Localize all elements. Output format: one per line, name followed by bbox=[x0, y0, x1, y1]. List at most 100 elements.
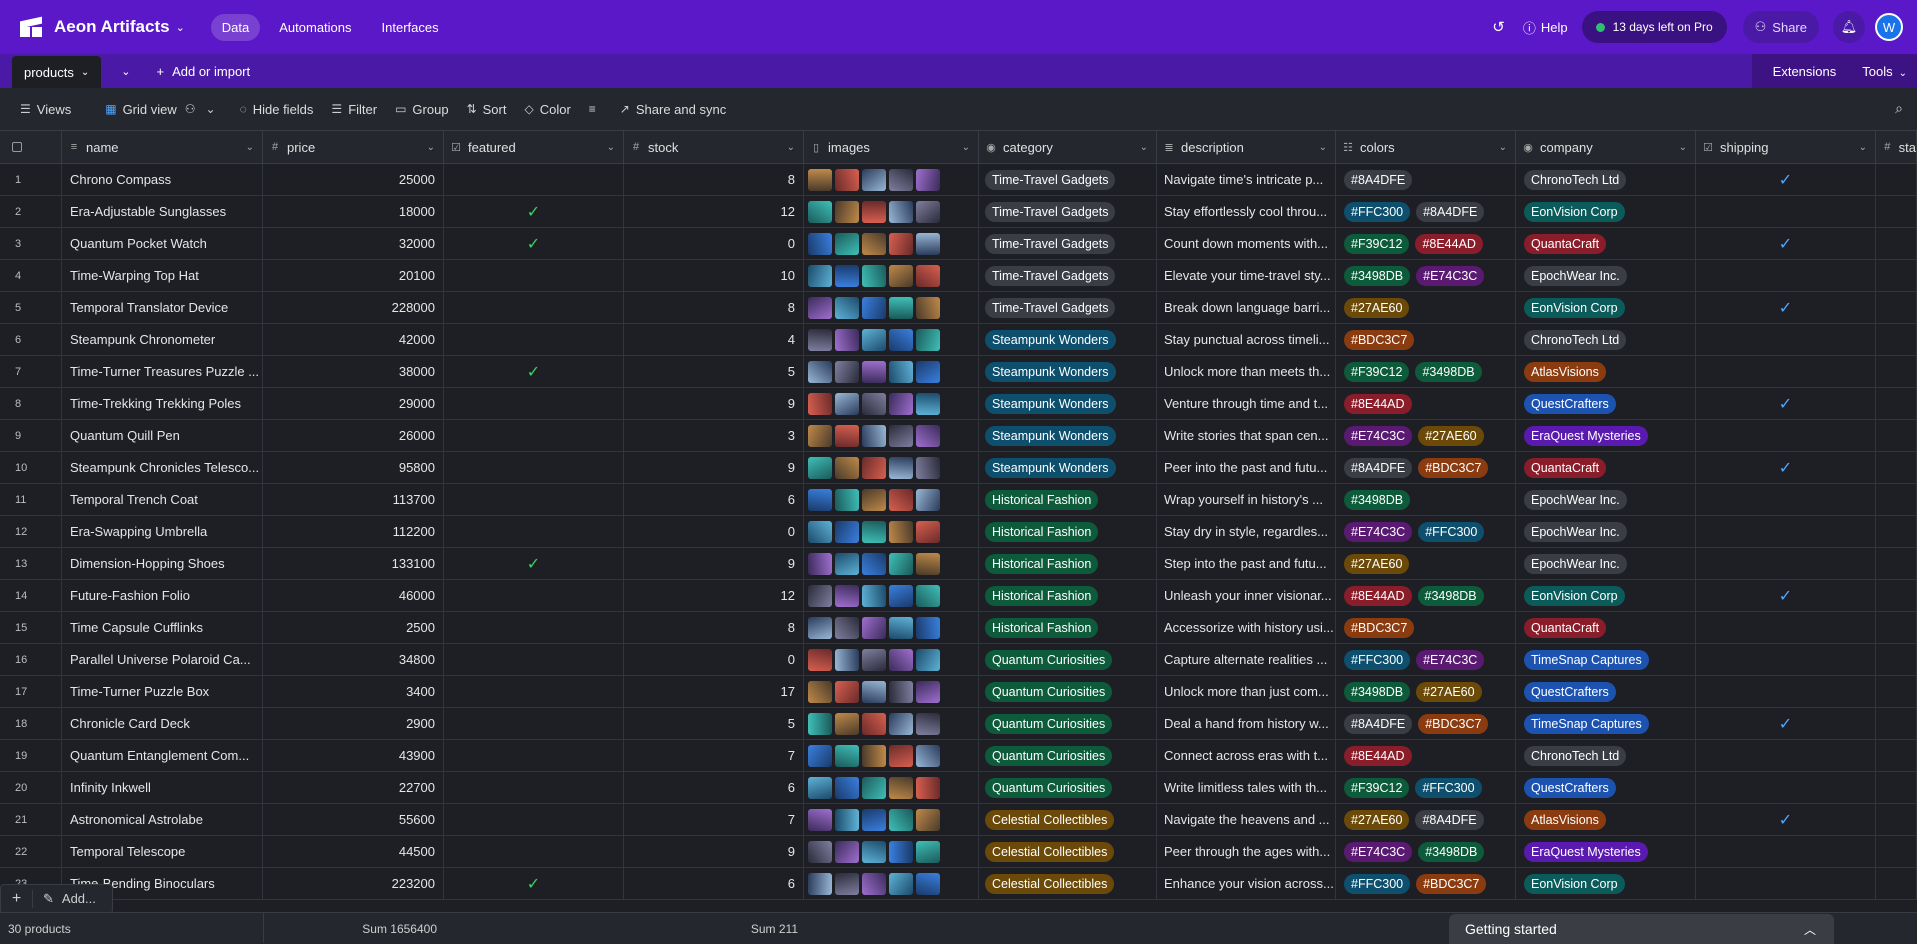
stock-cell[interactable]: 12 bbox=[624, 580, 804, 611]
name-cell[interactable]: Era-Swapping Umbrella bbox=[62, 516, 263, 547]
image-thumbnail[interactable] bbox=[835, 296, 859, 319]
image-thumbnail[interactable] bbox=[889, 360, 913, 383]
image-thumbnail[interactable] bbox=[889, 840, 913, 863]
colors-cell[interactable]: #27AE60 bbox=[1336, 548, 1516, 579]
stock-cell[interactable]: 6 bbox=[624, 484, 804, 515]
name-cell[interactable]: Infinity Inkwell bbox=[62, 772, 263, 803]
stock-cell[interactable]: 7 bbox=[624, 740, 804, 771]
image-thumbnail[interactable] bbox=[808, 680, 832, 703]
stock-cell[interactable]: 17 bbox=[624, 676, 804, 707]
featured-cell[interactable] bbox=[444, 260, 624, 291]
price-cell[interactable]: 3400 bbox=[263, 676, 444, 707]
category-cell[interactable]: Steampunk Wonders bbox=[979, 324, 1157, 355]
history-icon[interactable]: ↺ bbox=[1492, 18, 1505, 36]
image-thumbnail[interactable] bbox=[916, 552, 940, 575]
company-cell[interactable]: QuantaCraft bbox=[1516, 612, 1696, 643]
colors-cell[interactable]: #8A4DFE #BDC3C7 bbox=[1336, 708, 1516, 739]
company-cell[interactable]: AtlasVisions bbox=[1516, 356, 1696, 387]
price-cell[interactable]: 43900 bbox=[263, 740, 444, 771]
images-cell[interactable] bbox=[804, 324, 979, 355]
company-cell[interactable]: EpochWear Inc. bbox=[1516, 516, 1696, 547]
stock-cell[interactable]: 9 bbox=[624, 452, 804, 483]
share-button[interactable]: ⚇ Share bbox=[1742, 11, 1819, 43]
image-thumbnail[interactable] bbox=[916, 584, 940, 607]
price-cell[interactable]: 228000 bbox=[263, 292, 444, 323]
image-thumbnail[interactable] bbox=[835, 264, 859, 287]
category-cell[interactable]: Quantum Curiosities bbox=[979, 740, 1157, 771]
company-cell[interactable]: QuestCrafters bbox=[1516, 388, 1696, 419]
featured-cell[interactable] bbox=[444, 772, 624, 803]
images-cell[interactable] bbox=[804, 196, 979, 227]
images-cell[interactable] bbox=[804, 452, 979, 483]
sta-cell[interactable] bbox=[1876, 708, 1917, 739]
featured-cell[interactable] bbox=[444, 516, 624, 547]
colors-cell[interactable]: #FFC300 #8A4DFE bbox=[1336, 196, 1516, 227]
table-row[interactable]: 19 Quantum Entanglement Com... 43900 7 Quant… bbox=[0, 740, 1917, 772]
colors-cell[interactable]: #8E44AD bbox=[1336, 740, 1516, 771]
images-cell[interactable] bbox=[804, 580, 979, 611]
name-cell[interactable]: Temporal Telescope bbox=[62, 836, 263, 867]
name-cell[interactable]: Steampunk Chronometer bbox=[62, 324, 263, 355]
image-thumbnail[interactable] bbox=[835, 520, 859, 543]
image-thumbnail[interactable] bbox=[862, 488, 886, 511]
featured-cell[interactable] bbox=[444, 612, 624, 643]
description-cell[interactable]: Enhance your vision across... bbox=[1157, 868, 1336, 899]
images-cell[interactable] bbox=[804, 772, 979, 803]
shipping-cell[interactable] bbox=[1696, 836, 1876, 867]
description-cell[interactable]: Peer through the ages with... bbox=[1157, 836, 1336, 867]
image-thumbnail[interactable] bbox=[889, 392, 913, 415]
sta-cell[interactable] bbox=[1876, 772, 1917, 803]
image-thumbnail[interactable] bbox=[835, 392, 859, 415]
featured-cell[interactable] bbox=[444, 644, 624, 675]
company-cell[interactable]: AtlasVisions bbox=[1516, 804, 1696, 835]
table-row[interactable]: 22 Temporal Telescope 44500 9 Celestial Coll… bbox=[0, 836, 1917, 868]
image-thumbnail[interactable] bbox=[889, 456, 913, 479]
table-row[interactable]: 17 Time-Turner Puzzle Box 3400 17 Quantum Cu… bbox=[0, 676, 1917, 708]
price-cell[interactable]: 34800 bbox=[263, 644, 444, 675]
image-thumbnail[interactable] bbox=[889, 488, 913, 511]
sta-cell[interactable] bbox=[1876, 612, 1917, 643]
share-sync-button[interactable]: ↗ Share and sync bbox=[620, 102, 726, 117]
shipping-cell[interactable] bbox=[1696, 772, 1876, 803]
shipping-cell[interactable] bbox=[1696, 612, 1876, 643]
shipping-cell[interactable]: ✓ bbox=[1696, 708, 1876, 739]
name-cell[interactable]: Quantum Pocket Watch bbox=[62, 228, 263, 259]
image-thumbnail[interactable] bbox=[916, 520, 940, 543]
shipping-cell[interactable] bbox=[1696, 484, 1876, 515]
tab-products[interactable]: products ⌄ bbox=[12, 56, 102, 88]
all-tables-chevron-icon[interactable]: ⌄ bbox=[121, 65, 130, 78]
company-cell[interactable]: TimeSnap Captures bbox=[1516, 708, 1696, 739]
image-thumbnail[interactable] bbox=[835, 488, 859, 511]
price-cell[interactable]: 20100 bbox=[263, 260, 444, 291]
row-height-button[interactable]: ≡ bbox=[589, 102, 602, 116]
image-thumbnail[interactable] bbox=[808, 360, 832, 383]
shipping-cell[interactable]: ✓ bbox=[1696, 388, 1876, 419]
table-row[interactable]: 18 Chronicle Card Deck 2900 5 Quantum Curios… bbox=[0, 708, 1917, 740]
shipping-cell[interactable] bbox=[1696, 548, 1876, 579]
image-thumbnail[interactable] bbox=[916, 488, 940, 511]
stock-cell[interactable]: 4 bbox=[624, 324, 804, 355]
company-cell[interactable]: ChronoTech Ltd bbox=[1516, 164, 1696, 195]
colors-cell[interactable]: #F39C12 #3498DB bbox=[1336, 356, 1516, 387]
name-cell[interactable]: Time-Turner Puzzle Box bbox=[62, 676, 263, 707]
name-cell[interactable]: Steampunk Chronicles Telesco... bbox=[62, 452, 263, 483]
colors-cell[interactable]: #8A4DFE #BDC3C7 bbox=[1336, 452, 1516, 483]
price-cell[interactable]: 2900 bbox=[263, 708, 444, 739]
featured-cell[interactable] bbox=[444, 484, 624, 515]
colors-cell[interactable]: #F39C12 #FFC300 bbox=[1336, 772, 1516, 803]
colors-cell[interactable]: #27AE60 bbox=[1336, 292, 1516, 323]
company-cell[interactable]: EraQuest Mysteries bbox=[1516, 420, 1696, 451]
image-thumbnail[interactable] bbox=[862, 168, 886, 191]
images-cell[interactable] bbox=[804, 708, 979, 739]
image-thumbnail[interactable] bbox=[835, 840, 859, 863]
table-row[interactable]: 3 Quantum Pocket Watch 32000 ✓ 0 Time-Travel … bbox=[0, 228, 1917, 260]
colors-cell[interactable]: #E74C3C #FFC300 bbox=[1336, 516, 1516, 547]
stock-cell[interactable]: 6 bbox=[624, 868, 804, 899]
image-thumbnail[interactable] bbox=[889, 168, 913, 191]
name-cell[interactable]: Chrono Compass bbox=[62, 164, 263, 195]
sta-cell[interactable] bbox=[1876, 516, 1917, 547]
description-cell[interactable]: Unlock more than just com... bbox=[1157, 676, 1336, 707]
featured-cell[interactable] bbox=[444, 708, 624, 739]
stock-cell[interactable]: 9 bbox=[624, 548, 804, 579]
colors-cell[interactable]: #BDC3C7 bbox=[1336, 612, 1516, 643]
